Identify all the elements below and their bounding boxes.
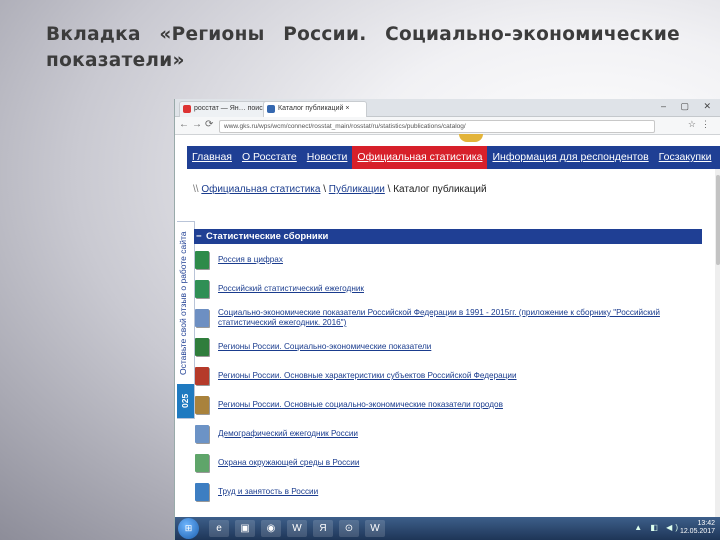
back-arrow-icon[interactable]: ← <box>179 119 189 130</box>
menu-item-about[interactable]: О Росстате <box>237 146 302 169</box>
list-item: Россия в цифрах <box>194 247 702 276</box>
section-header[interactable]: − Статистические сборники <box>194 229 702 244</box>
breadcrumb-current: Каталог публикаций <box>393 184 487 195</box>
yandex-favicon-icon <box>183 105 191 113</box>
feedback-counter: 025 <box>177 384 194 418</box>
menu-item-home[interactable]: Главная <box>187 146 237 169</box>
browser-tab-strip: росстат — Ян… поиск: × Каталог публикаци… <box>175 99 720 117</box>
clock-time: 13:42 <box>697 520 715 527</box>
publication-link[interactable]: Демографический ежегодник России <box>218 429 688 439</box>
forward-arrow-icon[interactable]: → <box>192 119 202 130</box>
list-item: Демографический ежегодник России <box>194 421 702 450</box>
word-taskbar-icon-2[interactable]: W <box>365 520 385 537</box>
list-item: Социально-экономические показатели Росси… <box>194 305 702 334</box>
browser-screenshot: росстат — Ян… поиск: × Каталог публикаци… <box>174 99 720 540</box>
word-taskbar-icon[interactable]: W <box>287 520 307 537</box>
menu-item-official-statistics[interactable]: Официальная статистика <box>352 146 488 169</box>
slide-title-line2: показатели» <box>46 50 185 71</box>
system-clock[interactable]: 13:42 12.05.2017 <box>680 520 715 536</box>
slide-title: Вкладка «Регионы России. Социально-эконо… <box>46 22 680 74</box>
tab-label: Каталог публикаций × <box>278 105 350 112</box>
book-cover-icon <box>195 280 209 298</box>
list-item: Охрана окружающей среды в России <box>194 450 702 479</box>
list-item: Регионы России. Социально-экономические … <box>194 334 702 363</box>
menu-item-respondents[interactable]: Информация для респондентов <box>487 146 653 169</box>
publication-link[interactable]: Социально-экономические показатели Росси… <box>218 308 688 328</box>
breadcrumb-separator: \ <box>323 184 326 195</box>
windows-taskbar: ⊞ e ▣ ◉ W Я ⊙ W ▲ ◧ ◀) 13:42 12.05.2017 <box>175 517 720 540</box>
menu-item-news[interactable]: Новости <box>302 146 353 169</box>
list-item: Российский статистический ежегодник <box>194 276 702 305</box>
book-cover-icon <box>195 454 209 472</box>
feedback-tab[interactable]: Оставьте свой отзыв о работе сайта 025 <box>177 221 195 419</box>
breadcrumb-official-statistics[interactable]: Официальная статистика <box>201 184 320 195</box>
book-cover-icon <box>195 425 209 443</box>
tab-label: росстат — Ян… поиск: × <box>194 105 274 112</box>
emblem-icon <box>459 134 483 142</box>
page-scrollbar[interactable] <box>715 169 720 540</box>
menu-item-more[interactable]: О <box>717 146 720 169</box>
reload-icon[interactable]: ⟳ <box>205 119 213 130</box>
window-controls[interactable]: – ▢ ✕ <box>661 101 717 112</box>
browser-tab-active[interactable]: Каталог публикаций × <box>263 101 367 117</box>
list-item: Регионы России. Основные социально-эконо… <box>194 392 702 421</box>
menu-item-procurement[interactable]: Госзакупки <box>654 146 717 169</box>
book-cover-icon <box>195 251 209 269</box>
book-cover-icon <box>195 483 209 501</box>
breadcrumb-root[interactable]: \\ <box>193 184 199 195</box>
clock-date: 12.05.2017 <box>679 528 715 535</box>
site-main-menu: Главная О Росстате Новости Официальная с… <box>187 146 720 169</box>
scrollbar-thumb[interactable] <box>716 175 720 265</box>
slide-title-line1: Вкладка «Регионы России. Социально-эконо… <box>46 22 680 48</box>
title-word: «Регионы <box>159 24 265 45</box>
book-cover-icon <box>195 367 209 385</box>
url-input[interactable]: www.gks.ru/wps/wcm/connect/rosstat_main/… <box>219 120 655 133</box>
publication-link[interactable]: Регионы России. Социально-экономические … <box>218 342 688 352</box>
browser-toolbar-icons[interactable]: ☆⋮ <box>688 119 715 130</box>
publication-link[interactable]: Российский статистический ежегодник <box>218 284 688 294</box>
yandex-taskbar-icon[interactable]: Я <box>313 520 333 537</box>
start-button[interactable]: ⊞ <box>178 518 199 539</box>
ie-taskbar-icon[interactable]: e <box>209 520 229 537</box>
media-taskbar-icon[interactable]: ◉ <box>261 520 281 537</box>
address-bar: ← → ⟳ www.gks.ru/wps/wcm/connect/rosstat… <box>175 117 720 135</box>
book-cover-icon <box>195 396 209 414</box>
list-item: Труд и занятость в России <box>194 479 702 508</box>
title-word: Вкладка <box>46 24 141 45</box>
chrome-taskbar-icon[interactable]: ⊙ <box>339 520 359 537</box>
publication-link[interactable]: Труд и занятость в России <box>218 487 688 497</box>
publication-list: Россия в цифрах Российский статистически… <box>194 247 702 508</box>
breadcrumb: \\ Официальная статистика \ Публикации \… <box>193 184 487 195</box>
title-word: России. <box>283 24 367 45</box>
title-word: Социально-экономические <box>385 24 680 45</box>
book-cover-icon <box>195 309 209 327</box>
explorer-taskbar-icon[interactable]: ▣ <box>235 520 255 537</box>
publication-link[interactable]: Охрана окружающей среды в России <box>218 458 688 468</box>
list-item: Регионы России. Основные характеристики … <box>194 363 702 392</box>
publication-link[interactable]: Регионы России. Основные социально-эконо… <box>218 400 688 410</box>
publication-link[interactable]: Регионы России. Основные характеристики … <box>218 371 688 381</box>
collapse-minus-icon[interactable]: − <box>196 229 202 244</box>
section-title: Статистические сборники <box>206 231 329 242</box>
breadcrumb-separator: \ <box>387 184 391 195</box>
rosstat-favicon-icon <box>267 105 275 113</box>
book-cover-icon <box>195 338 209 356</box>
feedback-label: Оставьте свой отзыв о работе сайта <box>178 231 188 376</box>
tray-icons[interactable]: ▲ ◧ ◀) <box>634 523 681 532</box>
breadcrumb-publications[interactable]: Публикации <box>329 184 385 195</box>
publication-link[interactable]: Россия в цифрах <box>218 255 688 265</box>
